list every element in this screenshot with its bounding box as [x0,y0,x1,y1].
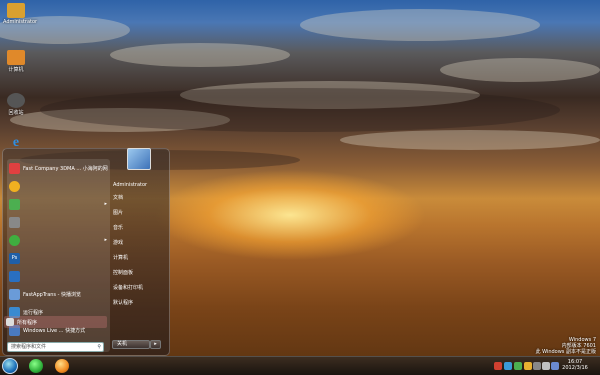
menu-item-default-programs[interactable]: 默认程序 [113,299,133,306]
app-icon [9,216,20,228]
submenu-arrow-icon[interactable]: ▸ [104,201,107,207]
search-input[interactable]: 搜索程序和文件 ⚲ [7,342,104,352]
program-item[interactable]: FastAppTrans - 快播浏览 [7,285,110,303]
program-item[interactable]: Fast Company 3DMA ... 小海阿的网 [7,159,110,177]
program-label: FastAppTrans - 快播浏览 [23,291,82,298]
menu-item-computer[interactable]: 计算机 [113,254,128,261]
app-icon [9,288,20,300]
desktop-icon-administrator[interactable]: Administrator [3,3,38,25]
program-label: Fast Company 3DMA ... 小海阿的网 [23,165,108,172]
shutdown-options-button[interactable]: ▸ [150,340,161,349]
program-item[interactable]: ▸ [7,195,110,213]
network-icon[interactable] [542,362,550,370]
submenu-arrow-icon[interactable]: ▸ [104,237,107,243]
program-item[interactable]: ▸ [7,231,110,249]
program-item[interactable]: Ps [7,249,110,267]
folder-icon [7,3,25,18]
360-browser-icon[interactable] [29,359,43,373]
taskbar [0,356,600,375]
tray-icon[interactable] [494,362,502,370]
windows-watermark: Windows 7 内部版本 7601 此 Windows 副本不是正版 [536,337,597,355]
search-placeholder: 搜索程序和文件 [11,344,47,350]
recycle-bin-icon [7,93,25,108]
app-icon [9,198,20,210]
desktop-icon-label: 回收站 [8,110,24,116]
tray-icon[interactable] [524,362,532,370]
clock-date: 2012/3/16 [562,365,588,371]
tray-icon[interactable] [504,362,512,370]
menu-item-administrator[interactable]: Administrator [113,182,147,188]
taskbar-clock[interactable]: 16:07 2012/3/16 [560,359,590,371]
program-item[interactable] [7,177,110,195]
program-label: 运行程序 [23,309,44,316]
menu-item-games[interactable]: 游戏 [113,239,123,246]
all-programs-button[interactable]: 所有程序 [4,316,107,328]
program-item[interactable] [7,267,110,285]
shutdown-button[interactable]: 关机 [112,340,150,349]
tray-icon[interactable] [514,362,522,370]
arrow-right-icon [6,318,14,326]
menu-item-devices-printers[interactable]: 设备和打印机 [113,284,143,291]
menu-item-documents[interactable]: 文档 [113,194,123,201]
app-icon [9,162,20,174]
desktop-icon-recycle-bin[interactable]: 回收站 [3,93,29,116]
volume-icon[interactable] [551,362,559,370]
desktop-icon-computer[interactable]: 计算机 [3,50,29,73]
user-avatar[interactable] [127,148,151,170]
menu-item-music[interactable]: 音乐 [113,224,123,231]
desktop-icon-label: 计算机 [8,67,24,73]
app-icon [9,234,20,246]
search-icon[interactable]: ⚲ [97,343,101,352]
start-button[interactable] [2,358,18,374]
photoshop-icon: Ps [9,252,20,264]
program-item[interactable] [7,213,110,231]
app-icon [9,270,20,282]
watermark-line: 此 Windows 副本不是正版 [535,349,597,355]
all-programs-label: 所有程序 [17,319,38,326]
menu-item-control-panel[interactable]: 控制面板 [113,269,133,276]
tray-icon[interactable] [533,362,541,370]
app-icon [9,180,20,192]
computer-icon [7,50,25,65]
menu-item-pictures[interactable]: 图片 [113,209,123,216]
orange-app-icon[interactable] [55,359,69,373]
desktop-icon-label: Administrator [3,19,38,25]
